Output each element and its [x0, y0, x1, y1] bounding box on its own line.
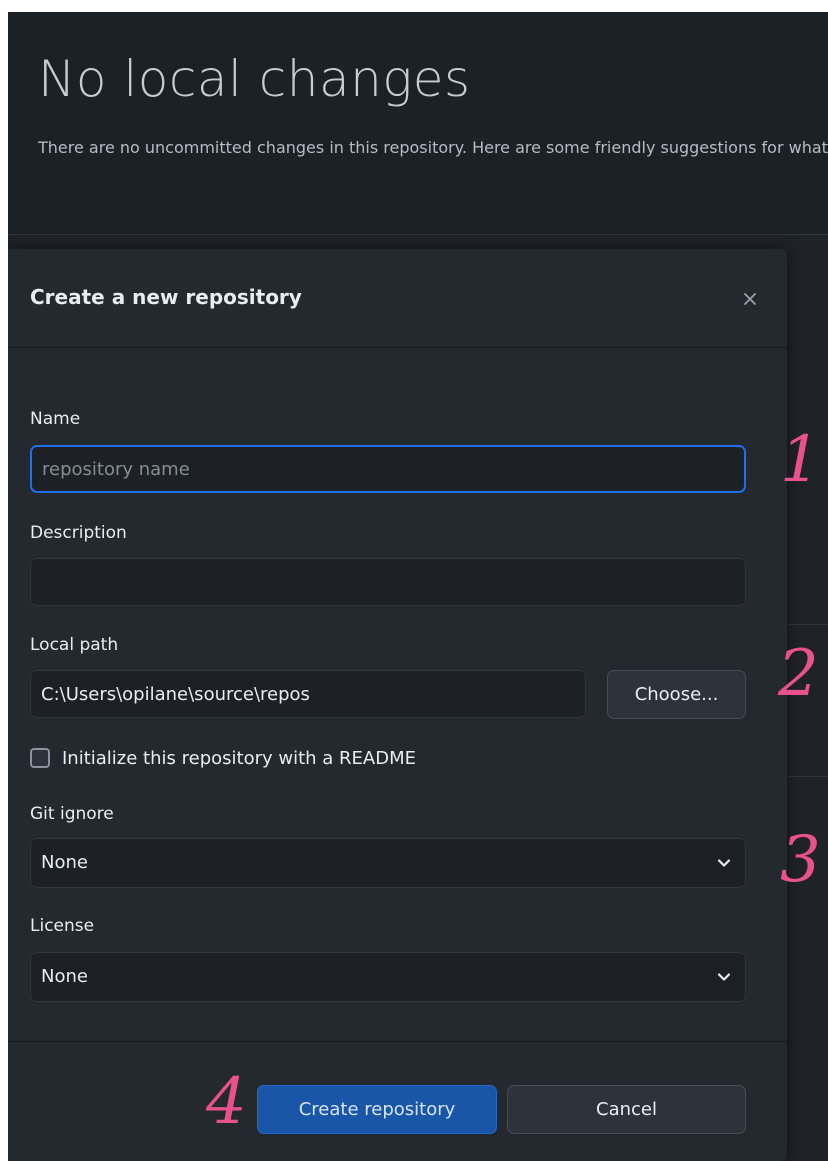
dialog-header: Create a new repository [8, 249, 787, 348]
local-path-label: Local path [30, 635, 119, 655]
cancel-button[interactable]: Cancel [507, 1085, 746, 1134]
annotation-number: 1 [780, 423, 821, 497]
close-button[interactable] [734, 283, 766, 315]
annotation-number: 4 [206, 1065, 247, 1139]
readme-checkbox[interactable] [30, 748, 50, 768]
description-input[interactable] [30, 558, 746, 606]
page-subtitle: There are no uncommitted changes in this… [38, 138, 828, 157]
background-divider [788, 776, 828, 777]
license-select[interactable]: None [30, 952, 746, 1002]
page-title: No local changes [38, 50, 471, 108]
repository-name-input[interactable] [30, 445, 746, 493]
app-window: No local changes There are no uncommitte… [8, 12, 828, 1161]
annotation-number: 3 [780, 823, 821, 897]
annotation-number: 2 [778, 637, 819, 711]
local-path-input[interactable] [30, 670, 586, 718]
git-ignore-value: None [41, 852, 88, 873]
create-repository-button[interactable]: Create repository [257, 1085, 497, 1134]
readme-checkbox-label[interactable]: Initialize this repository with a README [62, 748, 416, 769]
dialog-title: Create a new repository [30, 285, 302, 309]
close-icon [744, 293, 756, 305]
name-label: Name [30, 409, 81, 429]
license-label: License [30, 916, 95, 936]
chevron-down-icon [717, 859, 731, 867]
description-label: Description [30, 523, 127, 543]
dialog-footer: Create repository Cancel [8, 1041, 787, 1161]
readme-option[interactable]: Initialize this repository with a README [30, 745, 416, 771]
create-repository-dialog: Create a new repository Name Description… [8, 249, 787, 1161]
git-ignore-label: Git ignore [30, 804, 114, 824]
chevron-down-icon [717, 973, 731, 981]
no-changes-header: No local changes There are no uncommitte… [8, 12, 828, 235]
background-divider [788, 624, 828, 625]
git-ignore-select[interactable]: None [30, 838, 746, 888]
choose-button[interactable]: Choose... [607, 670, 746, 719]
license-value: None [41, 966, 88, 987]
